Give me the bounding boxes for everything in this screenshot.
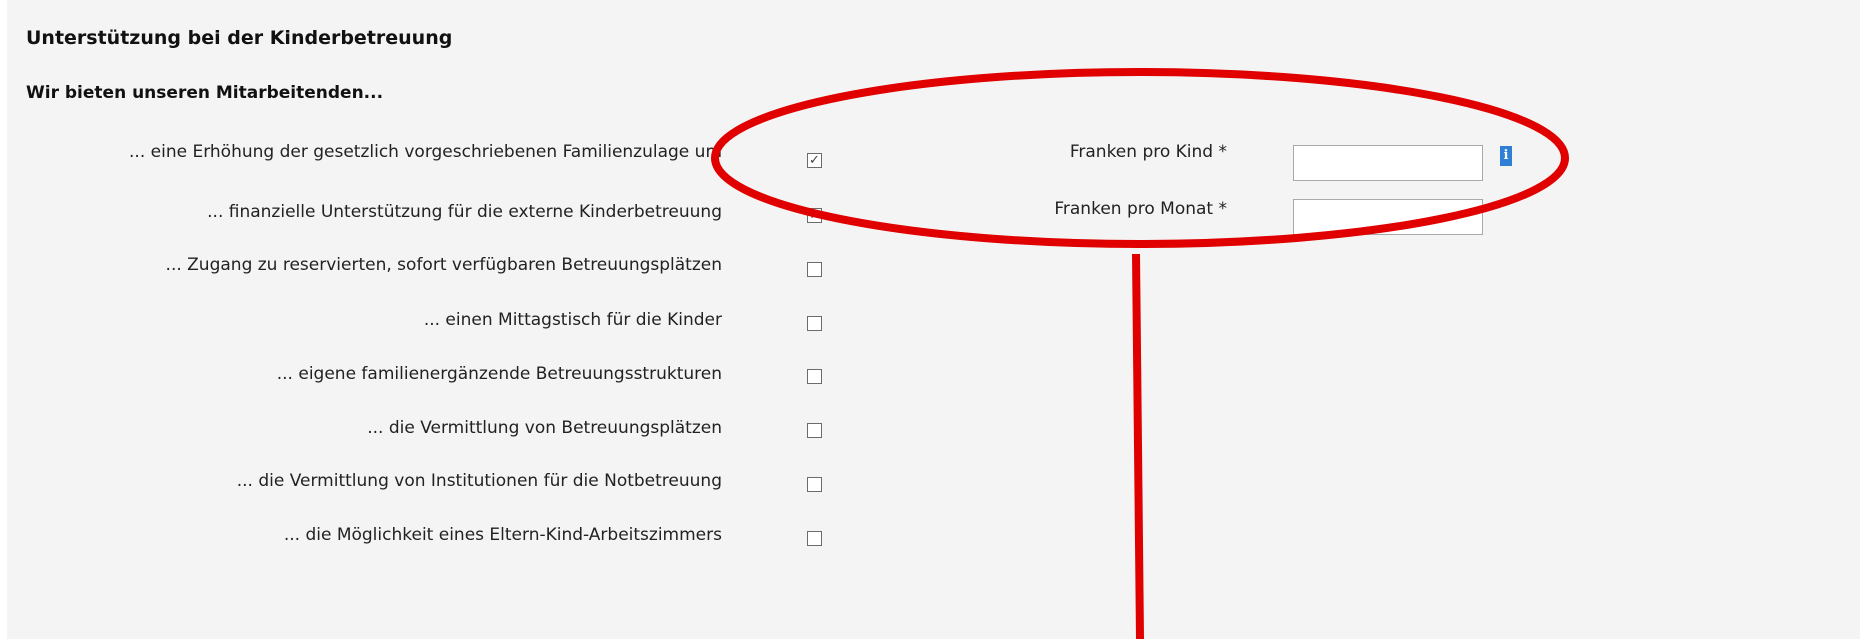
offer-checkbox-familienzulage[interactable]: ✓	[807, 153, 822, 168]
offer-checkbox-eigene-strukturen[interactable]	[807, 369, 822, 384]
offer-checkbox-notbetreuung[interactable]	[807, 477, 822, 492]
offer-checkbox-reservierte-plaetze[interactable]	[807, 262, 822, 277]
section-title: Unterstützung bei der Kinderbetreuung	[26, 27, 453, 49]
offer-label-eigene-strukturen: ... eigene familienergänzende Betreuungs…	[276, 364, 722, 384]
offer-checkbox-externe-kinderbetreuung[interactable]: ✓	[807, 208, 822, 223]
franken-pro-kind-label: Franken pro Kind *	[1069, 142, 1227, 162]
franken-pro-monat-label: Franken pro Monat *	[1054, 199, 1227, 219]
franken-pro-kind-input[interactable]	[1293, 145, 1483, 181]
offer-checkbox-mittagstisch[interactable]	[807, 316, 822, 331]
offer-label-mittagstisch: ... einen Mittagstisch für die Kinder	[423, 310, 722, 330]
offer-checkbox-vermittlung-plaetze[interactable]	[807, 423, 822, 438]
check-icon: ✓	[809, 208, 820, 223]
section-subtitle: Wir bieten unseren Mitarbeitenden...	[26, 83, 384, 103]
offer-label-notbetreuung: ... die Vermittlung von Institutionen fü…	[236, 471, 722, 491]
offer-checkbox-arbeitszimmer[interactable]	[807, 531, 822, 546]
offer-label-arbeitszimmer: ... die Möglichkeit eines Eltern-Kind-Ar…	[283, 525, 722, 545]
offer-label-reservierte-plaetze: ... Zugang zu reservierten, sofort verfü…	[165, 255, 722, 275]
offer-label-vermittlung-plaetze: ... die Vermittlung von Betreuungsplätze…	[367, 418, 722, 438]
offer-label-externe-kinderbetreuung: ... finanzielle Unterstützung für die ex…	[207, 202, 722, 222]
info-icon[interactable]: i	[1500, 146, 1512, 166]
check-icon: ✓	[809, 153, 820, 168]
franken-pro-monat-input[interactable]	[1293, 199, 1483, 235]
offer-label-familienzulage: ... eine Erhöhung der gesetzlich vorgesc…	[129, 142, 722, 162]
